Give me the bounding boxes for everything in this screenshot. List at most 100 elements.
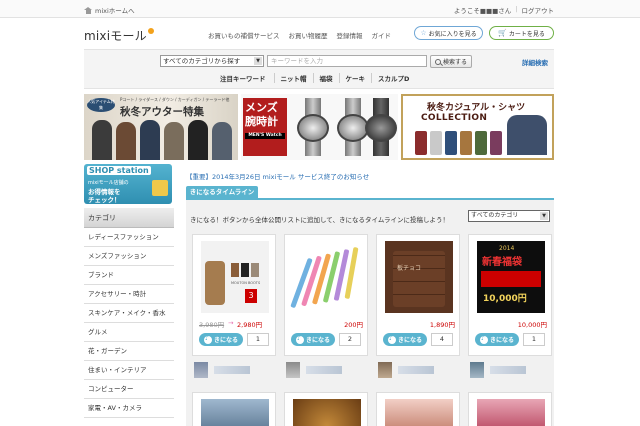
avatar — [286, 362, 300, 378]
product-card[interactable]: 2014 新春福袋 10,000円 10,000円 きになる 1 — [468, 234, 552, 356]
sidebar-item-accessories[interactable]: アクセサリー・時計 — [84, 285, 174, 304]
sidebar-item-mens[interactable]: メンズファッション — [84, 247, 174, 266]
greeting: ようこそ■■■さん — [453, 7, 512, 15]
category-heading: カテゴリ — [84, 208, 174, 228]
banner-title: 秋冬アウター特集 — [120, 106, 204, 118]
timeline-category-select[interactable]: すべてのカテゴリ ▼ — [468, 210, 550, 222]
search-bar: すべてのカテゴリから探す ▼ キーワードを入力 検索する 詳細検索 注目キーワー… — [84, 49, 554, 89]
product-card[interactable]: 板チョコ 1,890円 きになる 4 — [376, 234, 460, 356]
product-image — [293, 399, 361, 426]
kininaru-count: 4 — [431, 333, 453, 346]
sidebar-item-garden[interactable]: 花・ガーデン — [84, 342, 174, 361]
product-card[interactable] — [468, 392, 552, 426]
chevron-down-icon: ▼ — [540, 212, 548, 220]
nav-history[interactable]: お買い物履歴 — [289, 30, 328, 40]
avatar — [194, 362, 208, 378]
shopping-bag-icon — [152, 180, 168, 196]
banner-shirts[interactable]: 秋冬カジュアル・シャツ COLLECTION — [401, 94, 554, 160]
banner-title-text: メンズ腕時計 — [245, 101, 278, 128]
shop-station-banner[interactable]: SHOP station mixiモール店舗の お得情報を チェック！ — [84, 164, 172, 204]
shirt-image — [430, 131, 442, 155]
arrow-right-icon: → — [228, 319, 234, 327]
watch-image — [293, 98, 333, 156]
fav-label: お気に入りを見る — [428, 30, 477, 38]
cart-label: カートを見る — [508, 30, 545, 38]
shirt-image — [460, 131, 472, 155]
sidebar-item-computer[interactable]: コンピューター — [84, 380, 174, 399]
user-post-blurred — [284, 362, 368, 378]
kininaru-label: きになる — [397, 337, 422, 344]
header: mixiモール お買いもの補償サービス お買い物履歴 登録情報 ガイド ☆ お気… — [84, 22, 554, 46]
product-card[interactable]: MOUTON BOOTS 3 3,980円 → 2,980円 きになる 1 — [192, 234, 276, 356]
timeline-select-value: すべてのカテゴリ — [471, 212, 519, 219]
banner-outer[interactable]: 人気アイテム特集 Pコート / ライダース / ダウン / カーディガン / テ… — [84, 94, 238, 160]
hot-keyword[interactable]: ニット帽 — [273, 73, 313, 83]
search-button[interactable]: 検索する — [430, 55, 472, 68]
keyword-input[interactable]: キーワードを入力 — [267, 55, 427, 67]
banner-subtitle: COLLECTION — [421, 113, 488, 123]
banner-watch[interactable]: メンズ腕時計 MEN'S Watch — [241, 94, 398, 160]
model-image — [507, 115, 547, 155]
product-card[interactable] — [284, 392, 368, 426]
nav-compensation[interactable]: お買いもの補償サービス — [208, 30, 280, 40]
top-bar: mixiホームへ ようこそ■■■さん | ログアウト — [0, 0, 640, 18]
mixi-home-link[interactable]: mixiホームへ — [84, 5, 135, 15]
sidebar-item-interior[interactable]: 住まい・インテリア — [84, 361, 174, 380]
logout-link[interactable]: ログアウト — [522, 5, 555, 15]
kininaru-button[interactable]: きになる — [199, 333, 243, 346]
hot-keyword[interactable]: ケーキ — [338, 73, 372, 83]
logo-dot-icon — [147, 28, 154, 34]
old-price: 3,980円 — [199, 321, 225, 329]
boots-badge: 3 — [245, 289, 257, 303]
lucky-bag-title: 新春福袋 — [482, 257, 522, 268]
product-image-lucky-bag: 2014 新春福袋 10,000円 — [477, 241, 545, 313]
banner-title: 秋冬カジュアル・シャツ — [427, 103, 526, 113]
product-image — [201, 399, 269, 426]
kininaru-button[interactable]: きになる — [291, 333, 335, 346]
banner-subtitle: MEN'S Watch — [245, 133, 285, 139]
sidebar-item-brand[interactable]: ブランド — [84, 266, 174, 285]
product-card[interactable]: 200円 きになる 2 — [284, 234, 368, 356]
product-card[interactable] — [376, 392, 460, 426]
nav-guide[interactable]: ガイド — [372, 30, 392, 40]
advanced-search-link[interactable]: 詳細検索 — [522, 57, 548, 67]
user-post-blurred — [376, 362, 460, 378]
model-image — [92, 120, 112, 160]
product-card[interactable] — [192, 392, 276, 426]
sidebar-item-skincare[interactable]: スキンケア・メイク・香水 — [84, 304, 174, 323]
view-cart-button[interactable]: 🛒 カートを見る — [489, 26, 554, 40]
tab-timeline[interactable]: きになるタイムライン — [186, 186, 258, 198]
category-select[interactable]: すべてのカテゴリから探す ▼ — [160, 55, 264, 67]
shop-station-title: SHOP station — [87, 166, 151, 175]
kininaru-label: きになる — [489, 337, 514, 344]
hot-keyword[interactable]: 福袋 — [312, 73, 339, 83]
logo-text: mixiモール — [84, 29, 147, 43]
sidebar-item-electronics[interactable]: 家電・AV・カメラ — [84, 399, 174, 418]
shirt-image — [475, 131, 487, 155]
sidebar-item-gourmet[interactable]: グルメ — [84, 323, 174, 342]
nav-registration[interactable]: 登録情報 — [337, 30, 363, 40]
service-notice-link[interactable]: 【重要】2014年3月26日 mixiモール サービス終了のお知らせ — [182, 172, 554, 182]
kininaru-button[interactable]: きになる — [475, 333, 519, 346]
kininaru-count: 1 — [523, 333, 545, 346]
user-post-blurred — [468, 362, 552, 378]
watch-image — [361, 98, 398, 156]
kininaru-button[interactable]: きになる — [383, 333, 427, 346]
lucky-bag-price: 10,000円 — [483, 294, 527, 304]
view-favorites-button[interactable]: ☆ お気に入りを見る — [414, 26, 483, 40]
product-price: 10,000円 — [517, 321, 547, 329]
product-image-chocolate-case: 板チョコ — [385, 241, 453, 313]
header-nav: お買いもの補償サービス お買い物履歴 登録情報 ガイド — [208, 30, 391, 40]
mixi-mall-logo[interactable]: mixiモール — [84, 27, 154, 44]
avatar — [378, 362, 392, 378]
shop-station-line: チェック！ — [88, 196, 121, 204]
hot-keywords: 注目キーワード ニット帽 福袋 ケーキ スカルプD — [220, 73, 415, 83]
kininaru-label: きになる — [213, 337, 238, 344]
sidebar-item-ladies[interactable]: レディースファッション — [84, 228, 174, 247]
product-price: 200円 — [344, 321, 363, 329]
hot-keyword[interactable]: スカルプD — [371, 73, 415, 83]
kininaru-icon — [203, 335, 212, 344]
timeline-panel: きになる！ボタンから全体公開リストに追加して、きになるタイムラインに投稿しよう！… — [186, 200, 554, 426]
model-image — [188, 120, 208, 160]
model-image — [164, 122, 184, 160]
